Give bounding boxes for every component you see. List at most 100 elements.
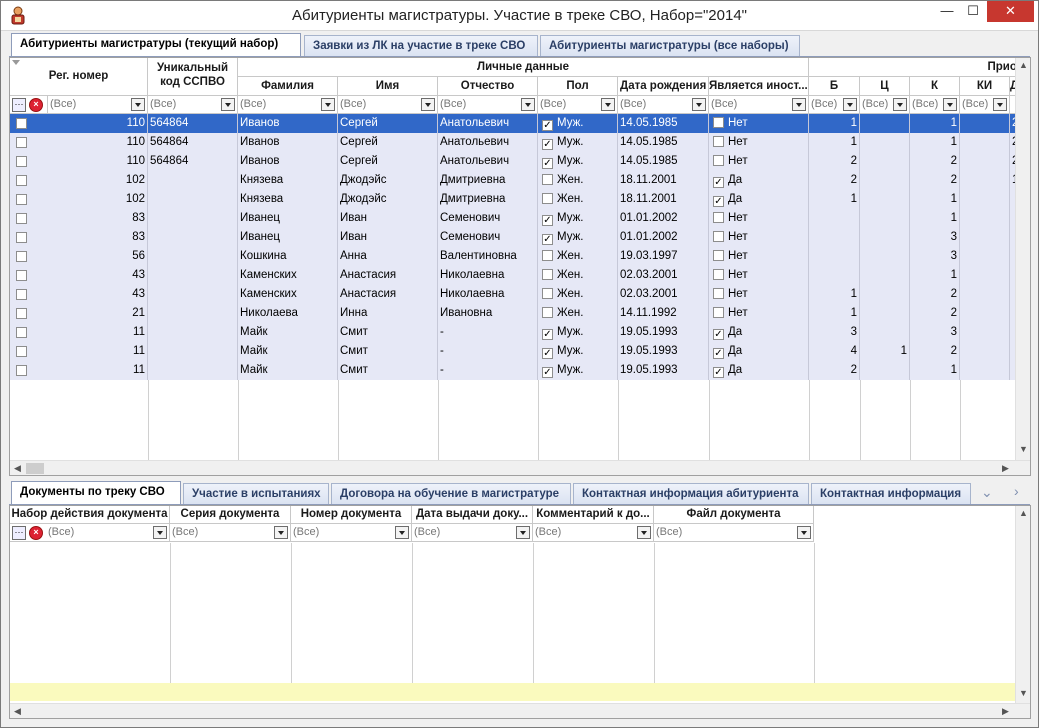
cell-ki[interactable] [960,152,1010,171]
filter-patronymic[interactable]: (Все) [438,96,538,114]
cell-c[interactable] [860,361,910,380]
cell-name[interactable]: Сергей [338,114,438,133]
dropdown-arrow-icon[interactable] [274,526,288,539]
table-row[interactable]: 11 Майк Смит - ✓ Муж. 19.05.1993 ✓ Да 3 3 [10,323,1016,342]
cell-birth[interactable]: 19.05.1993 [618,323,709,342]
cell-gender[interactable]: ✓ Муж. [538,361,618,380]
cell-birth[interactable]: 01.01.2002 [618,209,709,228]
cell-foreign-label[interactable]: Нет [709,285,809,304]
filter-options-button[interactable]: ··· [12,98,26,112]
cell-k[interactable]: 1 [910,266,960,285]
cell-foreign-label[interactable]: ✓ Да [709,323,809,342]
cell-patronymic[interactable]: Николаевна [438,266,538,285]
table-row[interactable]: 11 Майк Смит - ✓ Муж. 19.05.1993 ✓ Да 4 1 2 [10,342,1016,361]
scroll-down-icon[interactable]: ▼ [1019,688,1028,698]
close-button[interactable]: ✕ [987,1,1034,22]
cell-birth[interactable]: 02.03.2001 [618,285,709,304]
bottom-vertical-scrollbar[interactable]: ▲ ▼ [1015,506,1030,703]
filter-doc-number[interactable]: (Все) [291,524,412,542]
tab-current-intake[interactable]: Абитуриенты магистратуры (текущий набор) [11,33,301,57]
maximize-button[interactable]: ☐ [960,1,986,22]
cell-gender[interactable]: Жен. [538,190,618,209]
cell-gender[interactable]: Жен. [538,304,618,323]
cell-ki[interactable] [960,133,1010,152]
cell-surname[interactable]: Каменских [238,285,338,304]
cell-ki[interactable] [960,266,1010,285]
row-select-checkbox[interactable] [16,327,27,338]
checkbox[interactable] [542,307,553,318]
cell-reg[interactable]: 56 [48,247,148,266]
cell-k[interactable]: 2 [910,152,960,171]
row-select-checkbox[interactable] [16,194,27,205]
cell-code[interactable] [148,342,238,361]
cell-b[interactable]: 2 [809,361,860,380]
cell-birth[interactable]: 14.05.1985 [618,152,709,171]
checkbox[interactable] [542,269,553,280]
bottom-horizontal-scrollbar[interactable]: ◀ ▶ [10,703,1030,718]
scroll-right-icon[interactable]: ▶ [1002,463,1009,474]
checkbox[interactable]: ✓ [542,329,553,340]
cell-c[interactable]: 1 [860,342,910,361]
cell-patronymic[interactable]: - [438,323,538,342]
cell-reg[interactable]: 11 [48,342,148,361]
scroll-up-icon[interactable]: ▲ [1019,508,1028,518]
filter-doc-intake[interactable]: ··· × (Все) [10,524,170,542]
col-doc-intake[interactable]: Набор действия документа [10,506,170,524]
checkbox[interactable] [713,212,724,223]
cell-patronymic[interactable]: Анатольевич [438,152,538,171]
checkbox[interactable] [542,288,553,299]
cell-b[interactable] [809,247,860,266]
cell-b[interactable] [809,266,860,285]
cell-reg[interactable]: 43 [48,266,148,285]
cell-name[interactable]: Анастасия [338,266,438,285]
cell-surname[interactable]: Майк [238,361,338,380]
col-birth-date[interactable]: Дата рождения [618,77,709,96]
col-sspvo-code[interactable]: Уникальный код ССПВО [148,58,238,96]
scroll-left-icon[interactable]: ◀ [14,706,21,717]
table-row[interactable]: 102 Князева Джодэйс Дмитриевна Жен. 18.11.200… [10,171,1018,190]
cell-foreign-label[interactable]: Нет [709,133,809,152]
cell-patronymic[interactable]: Анатольевич [438,133,538,152]
cell-b[interactable] [809,228,860,247]
cell-name[interactable]: Анастасия [338,285,438,304]
row-select-checkbox[interactable] [16,251,27,262]
col-doc-comment[interactable]: Комментарий к до... [533,506,654,524]
cell-b[interactable]: 1 [809,285,860,304]
minimize-button[interactable]: — [934,1,960,22]
cell-gender[interactable]: ✓ Муж. [538,114,618,133]
cell-surname[interactable]: Николаева [238,304,338,323]
cell-code[interactable]: 564864 [148,114,238,133]
cell-reg[interactable]: 102 [48,190,148,209]
cell-foreign-label[interactable]: Нет [709,209,809,228]
cell-reg[interactable]: 83 [48,209,148,228]
checkbox[interactable] [713,288,724,299]
cell-c[interactable] [860,152,910,171]
cell-patronymic[interactable]: Дмитриевна [438,190,538,209]
dropdown-arrow-icon[interactable] [516,526,530,539]
cell-k[interactable]: 3 [910,323,960,342]
cell-k[interactable]: 1 [910,190,960,209]
col-ki[interactable]: КИ [960,77,1010,96]
col-name[interactable]: Имя [338,77,438,96]
checkbox[interactable] [713,269,724,280]
cell-birth[interactable]: 02.03.2001 [618,266,709,285]
col-is-foreign[interactable]: Является иност... [709,77,809,96]
cell-ki[interactable] [960,323,1010,342]
cell-ki[interactable] [960,228,1010,247]
cell-birth[interactable]: 19.05.1993 [618,342,709,361]
cell-name[interactable]: Смит [338,361,438,380]
checkbox[interactable] [542,193,553,204]
row-select-checkbox[interactable] [16,118,27,129]
cell-patronymic[interactable]: - [438,342,538,361]
cell-patronymic[interactable]: - [438,361,538,380]
table-row[interactable]: 110 564864 Иванов Сергей Анатольевич ✓ Муж. 14.… [10,152,1018,171]
table-row[interactable]: 110 564864 Иванов Сергей Анатольевич ✓ Муж. 14.… [10,133,1018,152]
cell-name[interactable]: Иван [338,209,438,228]
checkbox[interactable] [713,117,724,128]
filter-k[interactable]: (Все) [910,96,960,114]
cell-c[interactable] [860,285,910,304]
filter-b[interactable]: (Все) [809,96,860,114]
cell-gender[interactable]: ✓ Муж. [538,133,618,152]
filter-options-button[interactable]: ··· [12,526,26,540]
cell-c[interactable] [860,228,910,247]
